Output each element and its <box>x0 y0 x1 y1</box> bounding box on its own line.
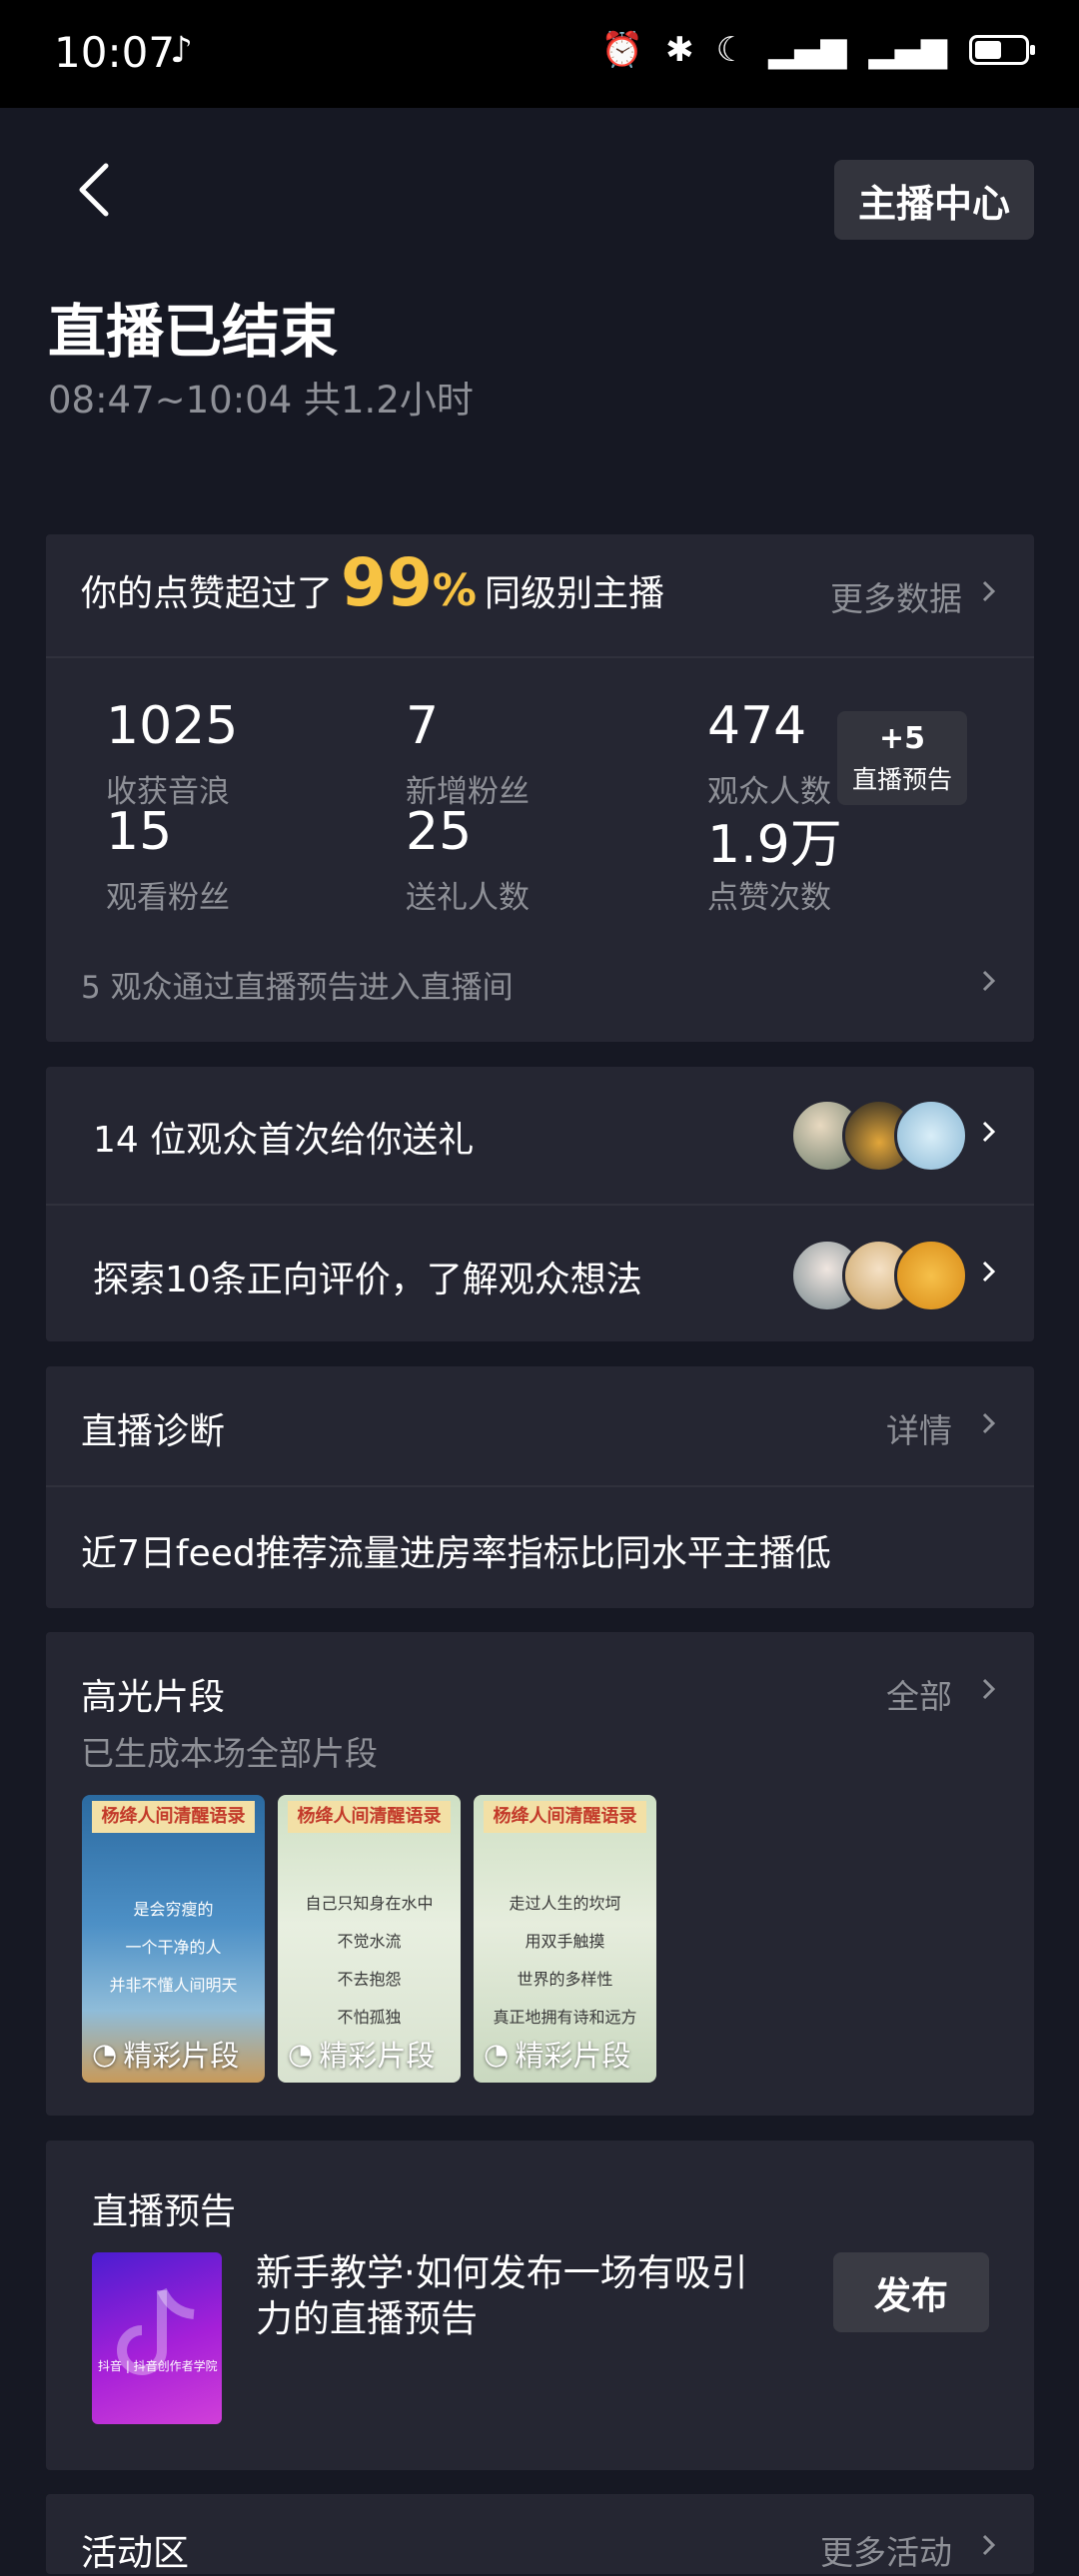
stat-value-likes: 1.9万 <box>707 815 842 875</box>
chevron-right-icon[interactable] <box>978 1257 1000 1287</box>
chevron-right-icon[interactable] <box>978 1674 1000 1704</box>
stat-value-viewers: 474 <box>707 696 807 756</box>
chevron-right-icon[interactable] <box>978 2530 1000 2560</box>
activity-more-link[interactable]: 更多活动 <box>820 2526 952 2574</box>
live-time-range: 08:47~10:04 共1.2小时 <box>48 379 474 422</box>
bluetooth-icon: ✱ <box>665 30 694 70</box>
chevron-right-icon[interactable] <box>978 1408 1000 1438</box>
summary-card: 你的点赞超过了 99% 同级别主播 更多数据 1025 收获音浪 7 新增粉丝 … <box>46 534 1034 1042</box>
highlight-clip[interactable]: 杨绛人间清醒语录 自己只知身在水中 不觉水流 不去抱怨 不怕孤独 ◔ 精彩片段 <box>278 1795 461 2083</box>
stat-label-gift-senders: 送礼人数 <box>406 880 530 916</box>
preview-entry-text[interactable]: 5 观众通过直播预告进入直播间 <box>81 962 514 1007</box>
live-preview-description[interactable]: 新手教学·如何发布一场有吸引力的直播预告 <box>256 2250 775 2342</box>
likes-prefix: 你的点赞超过了 <box>81 573 334 614</box>
live-preview-title: 直播预告 <box>92 2191 237 2232</box>
live-preview-card: 直播预告 抖音 | 抖音创作者学院 新手教学·如何发布一场有吸引力的直播预告 发… <box>46 2141 1034 2470</box>
flame-icon: ◔ <box>288 2037 314 2071</box>
chevron-right-icon[interactable] <box>978 966 1000 996</box>
preview-viewers-badge: +5 直播预告 <box>837 711 967 805</box>
divider <box>46 1204 1034 1206</box>
diagnosis-card: 直播诊断 详情 近7日feed推荐流量进房率指标比同水平主播低 <box>46 1366 1034 1608</box>
chevron-right-icon[interactable] <box>978 576 1000 606</box>
diagnosis-message: 近7日feed推荐流量进房率指标比同水平主播低 <box>81 1533 831 1574</box>
likes-percent: 99% <box>341 544 477 621</box>
signal-icon: ▂▄▆ <box>768 30 847 70</box>
stat-label-watching-fans: 观看粉丝 <box>106 880 230 916</box>
more-data-link[interactable]: 更多数据 <box>830 572 962 620</box>
highlights-subtitle: 已生成本场全部片段 <box>81 1734 378 1773</box>
back-arrow-icon[interactable] <box>70 160 120 220</box>
highlights-card: 高光片段 全部 已生成本场全部片段 杨绛人间清醒语录 是会穷瘦的 一个干净的人 … <box>46 1632 1034 2116</box>
stat-value-gift-senders: 25 <box>406 802 473 862</box>
flame-icon: ◔ <box>484 2037 510 2071</box>
highlights-title: 高光片段 <box>81 1677 226 1718</box>
divider <box>46 1485 1034 1487</box>
stat-value-watching-fans: 15 <box>106 802 173 862</box>
highlights-all-link[interactable]: 全部 <box>886 1670 952 1718</box>
status-bar: 10:07 ♪ ⏰ ✱ ☾ ▂▄▆ ▂▄▆ <box>0 0 1079 108</box>
chevron-right-icon[interactable] <box>978 1117 1000 1147</box>
audience-card: 14 位观众首次给你送礼 探索10条正向评价，了解观众想法 <box>46 1067 1034 1341</box>
status-time: 10:07 <box>54 28 176 77</box>
alarm-icon: ⏰ <box>600 30 644 70</box>
activity-card: 活动区 更多活动 <box>46 2494 1034 2574</box>
gift-avatars <box>790 1099 968 1173</box>
positive-reviews-row[interactable]: 探索10条正向评价，了解观众想法 <box>93 1251 642 1302</box>
likes-suffix: 同级别主播 <box>484 573 664 614</box>
tiktok-notification-icon: ♪ <box>170 30 193 71</box>
likes-ranking: 你的点赞超过了 99% 同级别主播 <box>81 544 664 621</box>
thumbnail-caption: 抖音 | 抖音创作者学院 <box>98 2359 218 2373</box>
divider <box>46 656 1034 658</box>
stat-value-new-fans: 7 <box>406 696 440 756</box>
first-gift-row[interactable]: 14 位观众首次给你送礼 <box>93 1111 474 1163</box>
avatar <box>894 1099 968 1173</box>
status-icons: ⏰ ✱ ☾ ▂▄▆ ▂▄▆ <box>600 30 1035 70</box>
live-preview-thumbnail[interactable]: 抖音 | 抖音创作者学院 <box>92 2252 222 2424</box>
diagnosis-details-link[interactable]: 详情 <box>886 1404 952 1452</box>
avatar <box>894 1239 968 1312</box>
review-avatars <box>790 1239 968 1312</box>
highlight-clip[interactable]: 杨绛人间清醒语录 是会穷瘦的 一个干净的人 并非不懂人间明天 ◔ 精彩片段 <box>82 1795 265 2083</box>
anchor-center-button[interactable]: 主播中心 <box>834 160 1034 240</box>
battery-level <box>975 41 1002 59</box>
tiktok-logo-icon <box>117 2287 195 2375</box>
publish-button[interactable]: 发布 <box>833 2252 989 2332</box>
signal-icon-2: ▂▄▆ <box>868 30 947 70</box>
flame-icon: ◔ <box>92 2037 118 2071</box>
highlight-clip[interactable]: 杨绛人间清醒语录 走过人生的坎坷 用双手触摸 世界的多样性 真正地拥有诗和远方 … <box>474 1795 656 2083</box>
stat-label-likes: 点赞次数 <box>707 880 831 916</box>
diagnosis-title: 直播诊断 <box>81 1411 226 1452</box>
page-title: 直播已结束 <box>48 298 339 366</box>
activity-title: 活动区 <box>81 2533 190 2574</box>
stat-value-sound-waves: 1025 <box>106 696 239 756</box>
moon-icon: ☾ <box>715 30 747 70</box>
battery-icon <box>969 35 1035 65</box>
